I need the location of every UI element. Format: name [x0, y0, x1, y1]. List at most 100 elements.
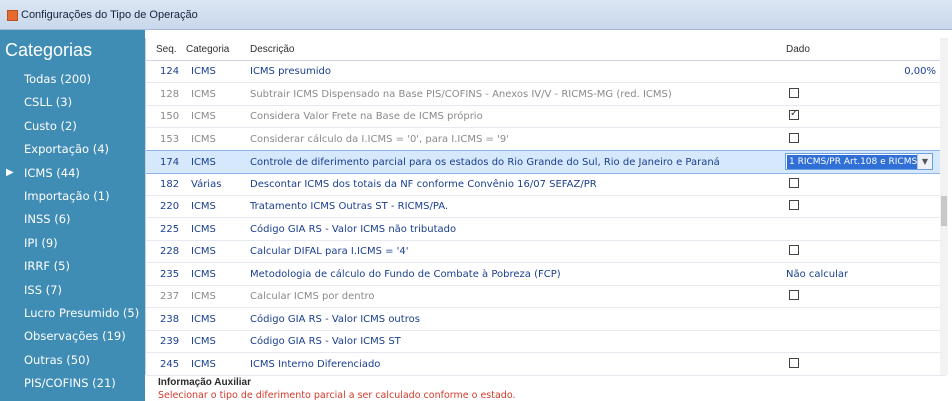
table-row[interactable]: 150 ICMS Considera Valor Frete na Base de …	[146, 105, 946, 128]
sidebar-item[interactable]: Exportação (4)	[24, 142, 109, 156]
dado-checkbox[interactable]	[789, 200, 799, 210]
table-row[interactable]: 128 ICMS Subtrair ICMS Dispensado na Base …	[146, 83, 946, 106]
cell-categoria: Várias	[191, 178, 222, 190]
dado-checkbox[interactable]	[789, 132, 799, 143]
table-row[interactable]: 237 ICMS Calcular ICMS por dentro	[146, 285, 946, 308]
table-row[interactable]: 174 ICMS Controle de diferimento parcial p…	[146, 150, 946, 174]
cell-descricao: Controle de diferimento parcial para os …	[250, 157, 720, 168]
cell-seq: 239	[160, 336, 180, 347]
cell-dado[interactable]: Não calcular	[786, 269, 848, 280]
table-row[interactable]: 153 ICMS Considerar cálculo da I.ICMS = '0…	[146, 128, 946, 151]
grid-header: Seq. Categoria Descrição Dado	[146, 38, 946, 61]
window-title: Configurações do Tipo de Operação	[21, 9, 198, 21]
sidebar-item[interactable]: Lucro Presumido (5)	[24, 306, 139, 320]
cell-descricao: ICMS Interno Diferenciado	[250, 358, 381, 370]
table-row[interactable]: 228 ICMS Calcular DIFAL para I.ICMS = '4'	[146, 240, 946, 263]
chevron-down-icon[interactable]: ▼	[917, 154, 932, 169]
table-row[interactable]: 238 ICMS Código GIA RS - Valor ICMS outros	[146, 308, 946, 331]
sidebar-item[interactable]: IRRF (5)	[24, 259, 70, 273]
cell-seq: 124	[160, 66, 180, 77]
dado-checkbox[interactable]	[789, 290, 799, 300]
dado-dropdown[interactable]: 1 RICMS/PR Art.108 e RICMS/RS III▼	[785, 153, 933, 170]
cell-seq: 150	[160, 111, 180, 122]
cell-descricao: Código GIA RS - Valor ICMS ST	[250, 336, 401, 347]
sidebar-item[interactable]: PIS/COFINS (21)	[24, 376, 116, 390]
table-row[interactable]: 239 ICMS Código GIA RS - Valor ICMS ST	[146, 330, 946, 353]
vertical-scrollbar[interactable]	[940, 38, 948, 375]
cell-descricao: Calcular ICMS por dentro	[250, 291, 375, 302]
cell-categoria: ICMS	[191, 111, 216, 122]
dado-checkbox[interactable]	[789, 108, 799, 120]
aux-text: Selecionar o tipo de diferimento parcial…	[158, 390, 516, 401]
header-dado[interactable]: Dado	[786, 44, 810, 55]
categories-sidebar: Categorias Todas (200) CSLL (3) Custo (2) E…	[0, 30, 145, 401]
cell-seq: 245	[160, 358, 180, 370]
cell-descricao: Tratamento ICMS Outras ST - RICMS/PA.	[250, 201, 449, 212]
cell-categoria: ICMS	[191, 201, 216, 212]
sidebar-title: Categorias	[5, 40, 93, 60]
app-icon	[7, 10, 18, 21]
header-seq[interactable]: Seq.	[156, 44, 177, 55]
dado-checkbox[interactable]	[789, 245, 799, 255]
sidebar-item[interactable]: Outras (50)	[24, 353, 90, 367]
cell-descricao: ICMS presumido	[250, 66, 332, 77]
cell-dado[interactable]: 0,00%	[904, 66, 936, 77]
table-row[interactable]: 235 ICMS Metodologia de cálculo do Fundo d…	[146, 263, 946, 286]
dado-checkbox[interactable]	[789, 87, 799, 98]
selected-arrow-icon: ▶	[6, 166, 14, 178]
cell-categoria: ICMS	[191, 358, 216, 370]
table-row[interactable]: 220 ICMS Tratamento ICMS Outras ST - RICMS…	[146, 195, 946, 218]
cell-seq: 237	[160, 291, 180, 302]
sidebar-item[interactable]: ISS (7)	[24, 283, 62, 297]
cell-descricao: Código GIA RS - Valor ICMS outros	[250, 313, 420, 325]
sidebar-item[interactable]: Custo (2)	[24, 119, 77, 133]
dado-checkbox[interactable]	[789, 357, 799, 368]
cell-descricao: Considera Valor Frete na Base de ICMS pr…	[250, 111, 483, 122]
cell-seq: 225	[160, 223, 180, 235]
sidebar-item[interactable]: CSLL (3)	[24, 95, 72, 109]
table-row[interactable]: 124 ICMS ICMS presumido 0,00%	[146, 60, 946, 83]
aux-heading: Informação Auxiliar	[158, 377, 251, 388]
cell-seq: 182	[160, 178, 180, 190]
header-categoria[interactable]: Categoria	[186, 44, 229, 55]
header-descricao[interactable]: Descrição	[250, 44, 294, 55]
cell-descricao: Subtrair ICMS Dispensado na Base PIS/COF…	[250, 88, 672, 100]
cell-categoria: ICMS	[191, 157, 216, 168]
sidebar-item[interactable]: ICMS (44)	[24, 166, 80, 180]
cell-seq: 153	[160, 133, 180, 145]
cell-descricao: Descontar ICMS dos totais da NF conforme…	[250, 178, 597, 190]
dado-checkbox[interactable]	[789, 177, 799, 188]
cell-descricao: Considerar cálculo da I.ICMS = '0', para…	[250, 133, 509, 145]
cell-categoria: ICMS	[191, 313, 216, 325]
dropdown-selected-value: 1 RICMS/PR Art.108 e RICMS/RS III	[787, 155, 917, 169]
cell-categoria: ICMS	[191, 246, 216, 257]
cell-categoria: ICMS	[191, 88, 216, 100]
sidebar-item[interactable]: Importação (1)	[24, 189, 110, 203]
cell-seq: 220	[160, 201, 180, 212]
auxiliary-info: Informação Auxiliar Selecionar o tipo de…	[158, 377, 938, 401]
cell-categoria: ICMS	[191, 133, 216, 145]
sidebar-item[interactable]: INSS (6)	[24, 212, 71, 226]
cell-descricao: Calcular DIFAL para I.ICMS = '4'	[250, 246, 409, 257]
cell-descricao: Código GIA RS - Valor ICMS não tributado	[250, 223, 457, 235]
cell-categoria: ICMS	[191, 66, 216, 77]
cell-categoria: ICMS	[191, 336, 216, 347]
cell-categoria: ICMS	[191, 291, 216, 302]
cell-seq: 128	[160, 88, 180, 100]
table-row[interactable]: 225 ICMS Código GIA RS - Valor ICMS não tr…	[146, 218, 946, 241]
title-bar: Configurações do Tipo de Operação	[0, 0, 952, 30]
cell-descricao: Metodologia de cálculo do Fundo de Comba…	[250, 268, 561, 280]
cell-categoria: ICMS	[191, 268, 216, 280]
cell-seq: 174	[160, 157, 180, 168]
settings-grid: Seq. Categoria Descrição Dado 124 ICMS ICM…	[145, 38, 946, 376]
sidebar-item[interactable]: Todas (200)	[24, 72, 91, 86]
cell-seq: 238	[160, 313, 180, 325]
cell-seq: 235	[160, 268, 180, 280]
sidebar-item[interactable]: Observações (19)	[24, 329, 126, 343]
cell-categoria: ICMS	[191, 223, 216, 235]
sidebar-item[interactable]: IPI (9)	[24, 236, 58, 250]
scrollbar-thumb[interactable]	[941, 196, 947, 226]
table-row[interactable]: 245 ICMS ICMS Interno Diferenciado	[146, 353, 946, 376]
table-row[interactable]: 182 Várias Descontar ICMS dos totais da NF…	[146, 173, 946, 196]
cell-seq: 228	[160, 246, 180, 257]
